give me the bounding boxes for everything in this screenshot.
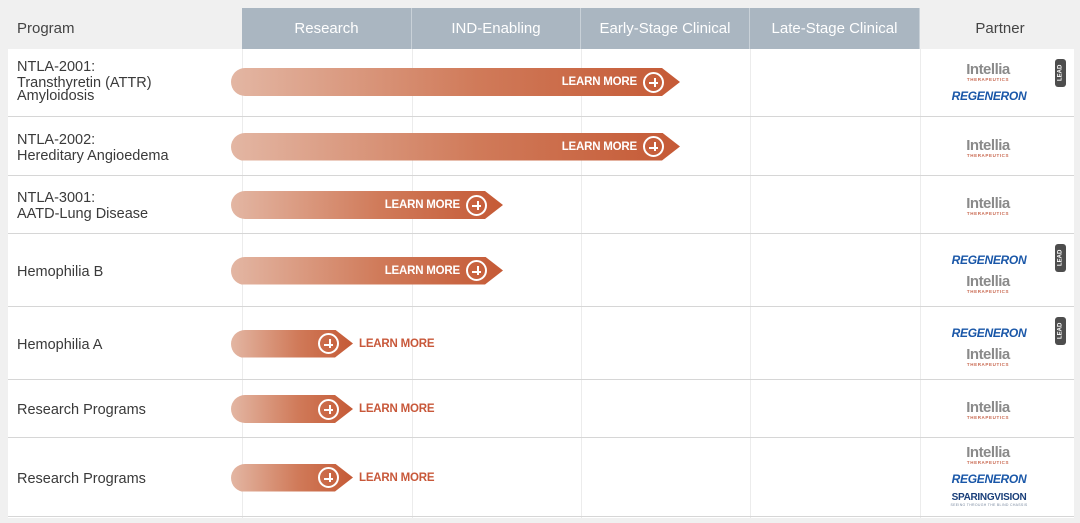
intellia-logo-text: Intellia — [966, 345, 1010, 363]
progress-bar[interactable]: LEARN MORE — [231, 191, 503, 219]
progress-bar[interactable] — [231, 395, 353, 423]
header-phase-late-clinical: Late-Stage Clinical — [750, 8, 920, 49]
intellia-logo: Intellia THERAPEUTICS — [963, 400, 1013, 420]
program-name: Research Programs — [17, 471, 146, 487]
program-name-line: NTLA-2001: — [17, 59, 96, 75]
pipeline-row — [8, 438, 1074, 517]
plus-circle-icon[interactable] — [643, 136, 664, 157]
program-name-line: AATD-Lung Disease — [17, 206, 149, 222]
learn-more-label[interactable]: LEARN MORE — [562, 141, 637, 153]
pipeline-row — [8, 176, 1074, 234]
intellia-logo-text: Intellia — [966, 195, 1010, 212]
progress-bar[interactable] — [231, 464, 353, 492]
intellia-logo-subtitle: THERAPEUTICS — [966, 415, 1010, 420]
program-name-line: NTLA-2002: — [17, 131, 96, 148]
progress-bar[interactable]: LEARN MORE — [231, 133, 680, 161]
program-name: Research Programs — [17, 402, 146, 418]
intellia-logo: Intellia THERAPEUTICS — [963, 196, 1013, 216]
learn-more-label[interactable]: LEARN MORE — [562, 76, 637, 88]
header-program: Program — [17, 20, 75, 37]
learn-more-label[interactable]: LEARN MORE — [385, 199, 460, 211]
program-name-line: Hemophilia A — [17, 336, 103, 353]
intellia-logo-text: Intellia — [966, 61, 1010, 78]
intellia-logo-subtitle: THERAPEUTICS — [966, 288, 1010, 294]
progress-bar[interactable]: LEARN MORE — [231, 257, 503, 285]
regeneron-logo: REGENERON — [951, 471, 1027, 486]
program-name-line: Research Programs — [17, 402, 146, 418]
regeneron-logo: REGENERON — [951, 325, 1027, 340]
lead-badge: LEAD — [1055, 244, 1066, 272]
learn-more-link[interactable]: LEARN MORE — [359, 472, 435, 484]
program-name: Hemophilia B — [17, 264, 103, 280]
sparingvision-logo: SPARINGVISION SEEING THROUGH THE BLIND CH… — [950, 491, 1028, 508]
intellia-logo-subtitle: THERAPEUTICS — [966, 361, 1010, 367]
progress-bar[interactable]: LEARN MORE — [231, 68, 680, 96]
plus-circle-icon[interactable] — [318, 333, 339, 354]
sparingvision-logo-subtitle: SEEING THROUGH THE BLIND CHASSIS — [950, 502, 1028, 507]
intellia-logo: Intellia THERAPEUTICS — [963, 138, 1013, 158]
intellia-logo-text: Intellia — [966, 399, 1010, 416]
lead-badge: LEAD — [1055, 59, 1066, 87]
header-phase-research: Research — [242, 8, 412, 49]
intellia-logo: Intellia THERAPEUTICS — [963, 347, 1013, 367]
plus-circle-icon[interactable] — [466, 260, 487, 281]
program-name-line: Hemophilia B — [17, 263, 104, 280]
intellia-logo-text: Intellia — [966, 443, 1010, 461]
header-phase-early-clinical: Early-Stage Clinical — [581, 8, 750, 49]
progress-bar[interactable] — [231, 330, 353, 358]
pipeline-row — [8, 234, 1074, 307]
header-partner: Partner — [975, 20, 1025, 37]
lead-badge: LEAD — [1055, 317, 1066, 345]
regeneron-logo: REGENERON — [951, 89, 1027, 103]
intellia-logo: Intellia THERAPEUTICS — [963, 274, 1013, 294]
intellia-logo-subtitle: THERAPEUTICS — [966, 459, 1010, 465]
learn-more-link[interactable]: LEARN MORE — [359, 403, 435, 415]
regeneron-logo: REGENERON — [951, 252, 1027, 267]
plus-circle-icon[interactable] — [318, 467, 339, 488]
intellia-logo-subtitle: THERAPEUTICS — [966, 211, 1010, 216]
table-header: Program Research IND-Enabling Early-Stag… — [0, 0, 1080, 49]
pipeline-table: NTLA-2001: Transthyretin (ATTR) Amyloidosi… — [8, 49, 1074, 518]
program-name: Hemophilia A — [17, 337, 102, 353]
pipeline-row — [8, 307, 1074, 380]
program-name-line: Hereditary Angioedema — [17, 147, 169, 164]
program-name-line: Research Programs — [17, 470, 146, 487]
plus-circle-icon[interactable] — [318, 399, 339, 420]
program-name: NTLA-2002: Hereditary Angioedema — [17, 132, 169, 164]
intellia-logo: Intellia THERAPEUTICS — [963, 62, 1013, 82]
program-name: NTLA-2001: Transthyretin (ATTR) Amyloidosi… — [17, 59, 152, 104]
pipeline-row — [8, 380, 1074, 438]
learn-more-label[interactable]: LEARN MORE — [385, 265, 460, 277]
plus-circle-icon[interactable] — [466, 195, 487, 216]
sparingvision-logo-text: SPARINGVISION — [951, 491, 1027, 503]
program-name-line: NTLA-3001: — [17, 190, 96, 206]
intellia-logo-text: Intellia — [966, 136, 1010, 154]
intellia-logo-subtitle: THERAPEUTICS — [966, 152, 1010, 158]
intellia-logo: Intellia THERAPEUTICS — [963, 445, 1013, 465]
intellia-logo-text: Intellia — [966, 272, 1010, 290]
plus-circle-icon[interactable] — [643, 72, 664, 93]
intellia-logo-subtitle: THERAPEUTICS — [966, 77, 1010, 82]
program-name: NTLA-3001: AATD-Lung Disease — [17, 190, 148, 222]
header-phase-ind-enabling: IND-Enabling — [412, 8, 581, 49]
learn-more-link[interactable]: LEARN MORE — [359, 338, 435, 350]
